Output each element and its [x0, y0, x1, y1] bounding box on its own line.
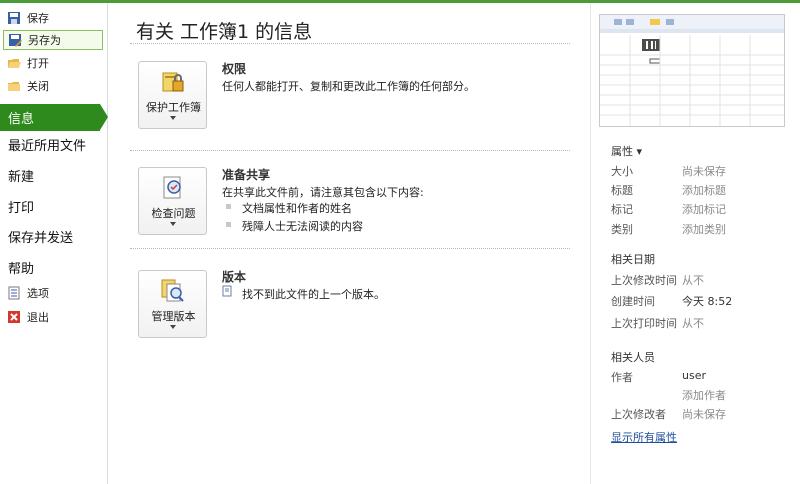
- dropdown-caret-icon: [170, 222, 176, 226]
- prop-size-value: 尚未保存: [682, 165, 726, 178]
- related-people-heading: 相关人员: [611, 351, 655, 364]
- save-as-icon: [8, 33, 22, 47]
- close-folder-icon: [7, 79, 21, 93]
- sidebar-new[interactable]: 新建: [0, 162, 108, 188]
- sidebar-recent-label: 最近所用文件: [8, 138, 87, 154]
- sidebar-options-label: 选项: [27, 287, 49, 300]
- sidebar-help-label: 帮助: [8, 261, 35, 277]
- protect-workbook-label: 保护工作簿: [146, 101, 201, 114]
- sidebar-close[interactable]: 关闭: [3, 76, 103, 96]
- document-preview-thumbnail: [599, 14, 785, 127]
- date-printed-key: 上次打印时间: [611, 317, 677, 330]
- last-modified-by-key: 上次修改者: [611, 408, 666, 421]
- sidebar-close-label: 关闭: [27, 80, 49, 93]
- manage-versions-icon: [160, 278, 186, 304]
- divider: [130, 43, 570, 44]
- sidebar-print[interactable]: 打印: [0, 193, 108, 219]
- check-issues-label: 检查问题: [151, 207, 196, 220]
- manage-versions-label: 管理版本: [151, 310, 196, 323]
- section-permissions-text: 任何人都能打开、复制和更改此工作簿的任何部分。: [222, 80, 475, 93]
- sidebar-save-as-label: 另存为: [28, 34, 61, 47]
- sidebar-save-as[interactable]: 另存为: [3, 30, 103, 50]
- share-bullet-2: 残障人士无法阅读的内容: [242, 220, 363, 233]
- related-dates-heading: 相关日期: [611, 253, 655, 266]
- manage-versions-button[interactable]: 管理版本: [138, 270, 207, 338]
- sidebar-print-label: 打印: [8, 200, 35, 216]
- save-icon: [7, 11, 21, 25]
- sidebar-help[interactable]: 帮助: [0, 254, 108, 280]
- date-modified-value: 从不: [682, 274, 704, 287]
- options-icon: [7, 286, 21, 300]
- lock-key-icon: [160, 69, 186, 95]
- section-versions-heading: 版本: [222, 270, 247, 284]
- prop-title-key: 标题: [611, 184, 633, 197]
- version-document-icon: [222, 285, 234, 297]
- sidebar-save-send-label: 保存并发送: [8, 230, 74, 246]
- prop-size-key: 大小: [611, 165, 633, 178]
- author-key: 作者: [611, 371, 633, 384]
- prop-category-key: 类别: [611, 223, 633, 236]
- show-all-properties-link[interactable]: 显示所有属性: [611, 429, 677, 445]
- page-title: 有关 工作簿1 的信息: [136, 21, 313, 43]
- sidebar-save[interactable]: 保存: [3, 8, 103, 28]
- last-modified-by-value: 尚未保存: [682, 408, 726, 421]
- section-versions-text: 找不到此文件的上一个版本。: [242, 288, 385, 301]
- bullet-icon: [226, 222, 231, 227]
- prop-tags-value[interactable]: 添加标记: [682, 201, 726, 217]
- prop-category-value[interactable]: 添加类别: [682, 221, 726, 237]
- author-value: user: [682, 369, 706, 382]
- open-folder-icon: [7, 56, 21, 70]
- sidebar-save-send[interactable]: 保存并发送: [0, 223, 108, 249]
- bullet-icon: [226, 204, 231, 209]
- sidebar-options[interactable]: 选项: [3, 283, 103, 303]
- date-modified-key: 上次修改时间: [611, 274, 677, 287]
- inspect-document-icon: [160, 175, 186, 201]
- sidebar-info-tab[interactable]: 信息: [0, 104, 100, 131]
- sidebar-exit-label: 退出: [27, 311, 49, 324]
- sidebar-info-label: 信息: [8, 112, 35, 127]
- properties-pane: 属性 ▾ 大小 尚未保存 标题 添加标题 标记 添加标记 类别 添加类别 相关日…: [590, 3, 800, 484]
- section-share-text: 在共享此文件前，请注意其包含以下内容:: [222, 186, 424, 199]
- exit-icon: [7, 310, 21, 324]
- sidebar-open-label: 打开: [27, 57, 49, 70]
- section-share-heading: 准备共享: [222, 168, 271, 182]
- sidebar-open[interactable]: 打开: [3, 53, 103, 73]
- sidebar-exit[interactable]: 退出: [3, 307, 103, 327]
- prop-tags-key: 标记: [611, 203, 633, 216]
- dropdown-caret-icon: [170, 116, 176, 120]
- date-printed-value: 从不: [682, 317, 704, 330]
- check-issues-button[interactable]: 检查问题: [138, 167, 207, 235]
- date-created-value: 今天 8:52: [682, 295, 733, 308]
- divider: [130, 150, 570, 151]
- dropdown-caret-icon: [170, 325, 176, 329]
- sidebar-recent[interactable]: 最近所用文件: [0, 131, 108, 157]
- sidebar-new-label: 新建: [8, 169, 35, 185]
- add-author-link[interactable]: 添加作者: [682, 387, 726, 403]
- prop-title-value[interactable]: 添加标题: [682, 182, 726, 198]
- backstage-sidebar: 保存 另存为 打开 关闭 信息 最近所用文件 新建 打印 保存并发送 帮助 选项: [0, 3, 108, 484]
- properties-heading[interactable]: 属性 ▾: [611, 143, 642, 159]
- info-main-pane: 有关 工作簿1 的信息 保护工作簿 权限 任何人都能打开、复制和更改此工作簿的任…: [108, 3, 590, 484]
- date-created-key: 创建时间: [611, 295, 655, 308]
- section-permissions-heading: 权限: [222, 62, 247, 76]
- divider: [130, 248, 570, 249]
- sidebar-save-label: 保存: [27, 12, 49, 25]
- active-tab-arrow: [100, 104, 108, 130]
- share-bullet-1: 文档属性和作者的姓名: [242, 202, 352, 215]
- protect-workbook-button[interactable]: 保护工作簿: [138, 61, 207, 129]
